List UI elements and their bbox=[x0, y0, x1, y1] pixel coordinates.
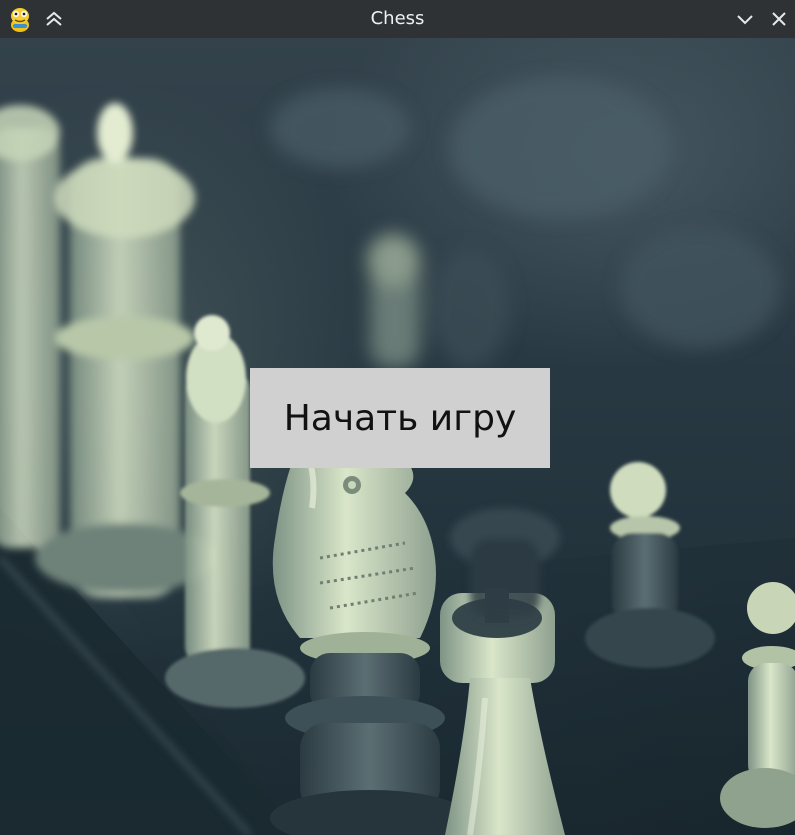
close-icon[interactable] bbox=[762, 0, 795, 38]
start-game-button[interactable]: Начать игру bbox=[250, 368, 550, 468]
window-title: Chess bbox=[370, 8, 425, 29]
title-bar: Chess bbox=[0, 0, 795, 38]
game-window: Chess Начать игру bbox=[0, 0, 795, 835]
pygame-snake-icon bbox=[7, 5, 33, 33]
chess-background-image: Начать игру bbox=[0, 38, 795, 835]
minimize-chevron-icon[interactable] bbox=[728, 0, 762, 38]
collapse-up-icon[interactable] bbox=[37, 0, 71, 38]
